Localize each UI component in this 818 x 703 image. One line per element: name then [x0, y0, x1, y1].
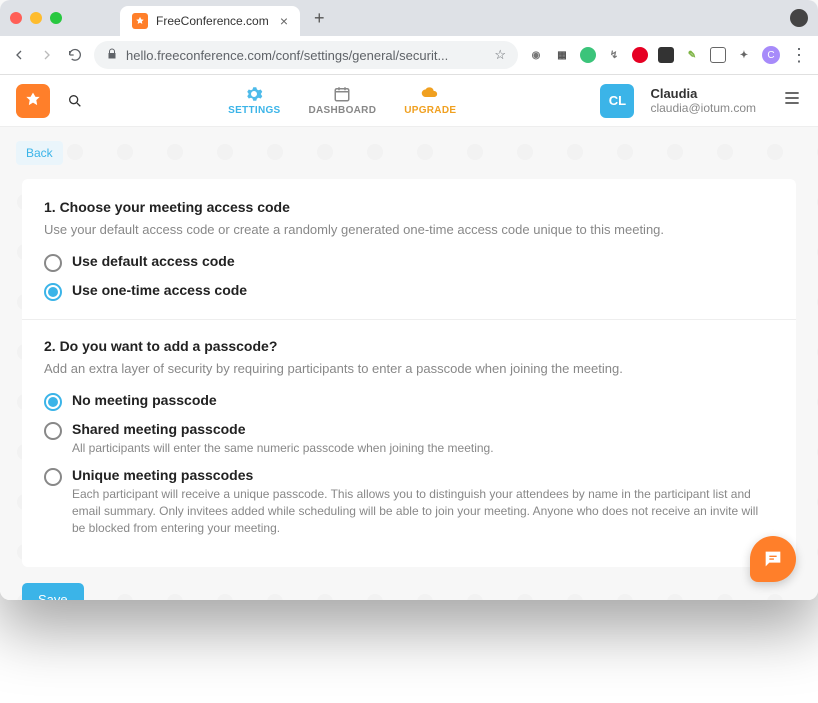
radio-label: Use default access code — [72, 253, 774, 269]
search-icon[interactable] — [66, 92, 84, 110]
radio-default-access-code[interactable]: Use default access code — [44, 253, 774, 272]
address-bar[interactable]: hello.freeconference.com/conf/settings/g… — [94, 41, 518, 69]
radio-icon — [44, 468, 62, 486]
nav-dashboard[interactable]: DASHBOARD — [309, 85, 377, 116]
nav-settings[interactable]: SETTINGS — [228, 85, 280, 116]
radio-hint: All participants will enter the same num… — [72, 440, 774, 457]
section1-title: 1. Choose your meeting access code — [44, 199, 774, 215]
section1-desc: Use your default access code or create a… — [44, 221, 774, 239]
star-icon[interactable]: ☆ — [494, 47, 506, 63]
extension-icons: ◉ ▦ ↯ ✎ ✦ C ⋮ — [528, 45, 808, 66]
window-close-icon[interactable] — [10, 12, 22, 24]
radio-icon — [44, 254, 62, 272]
lock-icon — [106, 48, 118, 63]
new-tab-button[interactable]: + — [308, 8, 331, 29]
radio-label: Unique meeting passcodes — [72, 467, 774, 483]
user-name: Claudia — [650, 86, 756, 101]
ext-green-icon[interactable] — [580, 47, 596, 63]
browser-profile-icon[interactable] — [790, 9, 808, 27]
user-avatar[interactable]: CL — [600, 84, 634, 118]
radio-label: No meeting passcode — [72, 392, 774, 408]
profile-avatar-icon[interactable]: C — [762, 46, 780, 64]
window-minimize-icon[interactable] — [30, 12, 42, 24]
settings-card: 1. Choose your meeting access code Use y… — [22, 179, 796, 567]
radio-hint: Each participant will receive a unique p… — [72, 486, 774, 536]
url-text: hello.freeconference.com/conf/settings/g… — [126, 48, 448, 63]
back-icon[interactable] — [10, 46, 28, 64]
back-button[interactable]: Back — [16, 141, 63, 165]
browser-tab[interactable]: FreeConference.com × — [120, 6, 300, 36]
radio-no-passcode[interactable]: No meeting passcode — [44, 392, 774, 411]
window-maximize-icon[interactable] — [50, 12, 62, 24]
gear-icon — [245, 85, 263, 103]
save-button[interactable]: Save — [22, 583, 84, 600]
ext-dark-icon[interactable] — [658, 47, 674, 63]
radio-label: Shared meeting passcode — [72, 421, 774, 437]
hamburger-menu-icon[interactable] — [782, 88, 802, 113]
radio-icon — [44, 283, 62, 301]
ext-pinterest-icon[interactable] — [632, 47, 648, 63]
calendar-icon — [333, 85, 351, 103]
radio-onetime-access-code[interactable]: Use one-time access code — [44, 282, 774, 301]
user-info[interactable]: Claudia claudia@iotum.com — [650, 86, 756, 115]
cloud-upload-icon — [421, 85, 439, 103]
section2-title: 2. Do you want to add a passcode? — [44, 338, 774, 354]
radio-icon — [44, 422, 62, 440]
radio-label: Use one-time access code — [72, 282, 774, 298]
user-initials: CL — [609, 93, 626, 108]
tab-title: FreeConference.com — [156, 14, 269, 28]
tab-close-icon[interactable]: × — [280, 13, 288, 29]
ext-camera-icon[interactable]: ◉ — [528, 47, 544, 63]
radio-unique-passcodes[interactable]: Unique meeting passcodes Each participan… — [44, 467, 774, 536]
nav-dashboard-label: DASHBOARD — [309, 105, 377, 116]
ext-sync-icon[interactable]: ↯ — [606, 47, 622, 63]
user-email: claudia@iotum.com — [650, 101, 756, 115]
nav-upgrade-label: UPGRADE — [404, 105, 456, 116]
forward-icon[interactable] — [38, 46, 56, 64]
reload-icon[interactable] — [66, 46, 84, 64]
ext-square-icon[interactable] — [710, 47, 726, 63]
chat-icon — [762, 548, 784, 570]
browser-menu-icon[interactable]: ⋮ — [790, 45, 808, 66]
favicon-icon — [132, 13, 148, 29]
ext-pen-icon[interactable]: ✎ — [684, 47, 700, 63]
divider — [22, 319, 796, 320]
ext-grid-icon[interactable]: ▦ — [554, 47, 570, 63]
browser-tab-bar: FreeConference.com × + — [0, 0, 818, 36]
radio-icon — [44, 393, 62, 411]
chat-fab[interactable] — [750, 536, 796, 582]
section2-desc: Add an extra layer of security by requir… — [44, 360, 774, 378]
radio-shared-passcode[interactable]: Shared meeting passcode All participants… — [44, 421, 774, 457]
ext-puzzle-icon[interactable]: ✦ — [736, 47, 752, 63]
nav-settings-label: SETTINGS — [228, 105, 280, 116]
app-logo[interactable] — [16, 84, 50, 118]
nav-upgrade[interactable]: UPGRADE — [404, 85, 456, 116]
